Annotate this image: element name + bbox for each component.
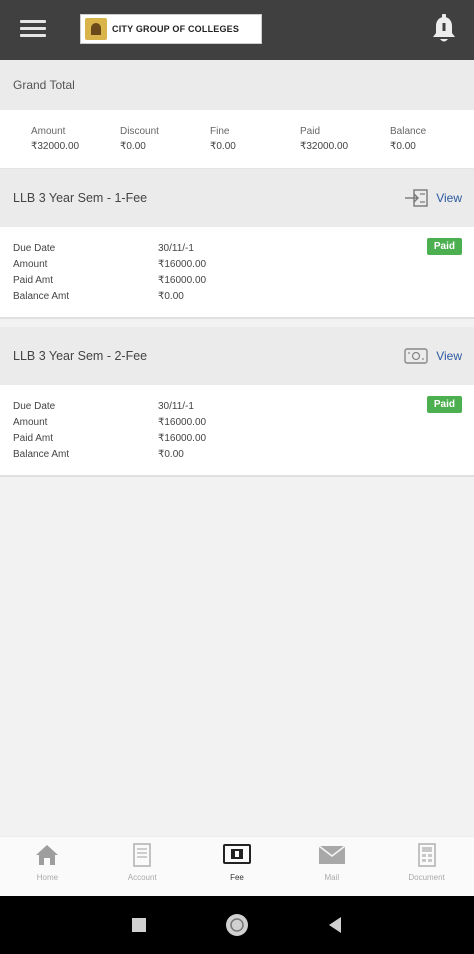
- grand-amount: Amount ₹32000.00: [31, 126, 80, 152]
- amount-value: ₹16000.00: [158, 259, 207, 270]
- system-navigation-bar: [0, 896, 474, 954]
- home-circle-icon: [226, 914, 248, 936]
- college-logo: CITY GROUP OF COLLEGES: [80, 14, 262, 44]
- amount-label: Amount: [13, 417, 48, 428]
- balance-amt-value: ₹0.00: [158, 449, 184, 460]
- menu-button[interactable]: [14, 16, 54, 44]
- amount-value: ₹16000.00: [158, 417, 207, 428]
- status-badge: Paid: [426, 396, 462, 413]
- paid-amt-value: ₹16000.00: [158, 275, 207, 286]
- grand-total-header: Grand Total: [0, 60, 474, 110]
- home-icon: [36, 845, 59, 865]
- mail-icon: [318, 845, 346, 864]
- nav-home[interactable]: Home: [0, 837, 95, 897]
- account-icon: [133, 843, 151, 867]
- app-bar: CITY GROUP OF COLLEGES: [0, 0, 474, 60]
- fee-card-details: Paid Due Date 30/11/-1 Amount ₹16000.00 …: [0, 227, 474, 319]
- nav-fee[interactable]: Fee: [190, 837, 285, 897]
- fee-title: LLB 3 Year Sem - 2-Fee: [13, 349, 148, 363]
- view-label: View: [436, 191, 462, 205]
- cash-icon: [404, 348, 428, 364]
- receipt-icon: [405, 189, 428, 207]
- fee-card-details: Paid Due Date 30/11/-1 Amount ₹16000.00 …: [0, 385, 474, 477]
- notification-button[interactable]: [430, 14, 458, 46]
- fee-card-header: LLB 3 Year Sem - 2-Fee View: [0, 327, 474, 385]
- fee-title: LLB 3 Year Sem - 1-Fee: [13, 191, 148, 205]
- view-fee-link[interactable]: View: [404, 169, 462, 227]
- fee-content: Grand Total Amount ₹32000.00 Discount ₹0…: [0, 60, 474, 836]
- paid-amt-label: Paid Amt: [13, 433, 54, 444]
- due-date-label: Due Date: [13, 401, 56, 412]
- due-date-value: 30/11/-1: [158, 243, 194, 254]
- view-fee-link[interactable]: View: [404, 327, 462, 385]
- view-label: View: [436, 349, 462, 363]
- amount-label: Amount: [13, 259, 48, 270]
- balance-amt-value: ₹0.00: [158, 291, 184, 302]
- back-triangle-icon: [329, 917, 341, 933]
- logo-text: CITY GROUP OF COLLEGES: [112, 24, 240, 34]
- balance-amt-label: Balance Amt: [13, 291, 70, 302]
- hamburger-icon: [20, 20, 46, 23]
- paid-amt-value: ₹16000.00: [158, 433, 207, 444]
- nav-account[interactable]: Account: [95, 837, 190, 897]
- due-date-value: 30/11/-1: [158, 401, 194, 412]
- grand-total-title: Grand Total: [13, 78, 75, 92]
- grand-balance: Balance ₹0.00: [390, 126, 427, 152]
- grand-total-summary: Amount ₹32000.00 Discount ₹0.00 Fine ₹0.…: [0, 110, 474, 169]
- paid-amt-label: Paid Amt: [13, 275, 54, 286]
- fee-icon: [222, 844, 251, 864]
- home-system-button[interactable]: [222, 910, 252, 940]
- back-button[interactable]: [320, 910, 350, 940]
- recents-button[interactable]: [124, 910, 154, 940]
- nav-mail[interactable]: Mail: [284, 837, 379, 897]
- crest-icon: [85, 18, 107, 40]
- due-date-label: Due Date: [13, 243, 56, 254]
- status-badge: Paid: [426, 238, 462, 255]
- nav-document[interactable]: Document: [379, 837, 474, 897]
- bell-icon: [433, 14, 455, 42]
- grand-fine: Fine ₹0.00: [210, 126, 236, 152]
- recents-icon: [132, 918, 146, 932]
- grand-discount: Discount ₹0.00: [120, 126, 159, 152]
- grand-paid: Paid ₹32000.00: [300, 126, 349, 152]
- balance-amt-label: Balance Amt: [13, 449, 70, 460]
- fee-card-header: LLB 3 Year Sem - 1-Fee View: [0, 169, 474, 227]
- document-icon: [417, 843, 436, 867]
- bottom-navigation: Home Account Fee Mail Document: [0, 836, 474, 897]
